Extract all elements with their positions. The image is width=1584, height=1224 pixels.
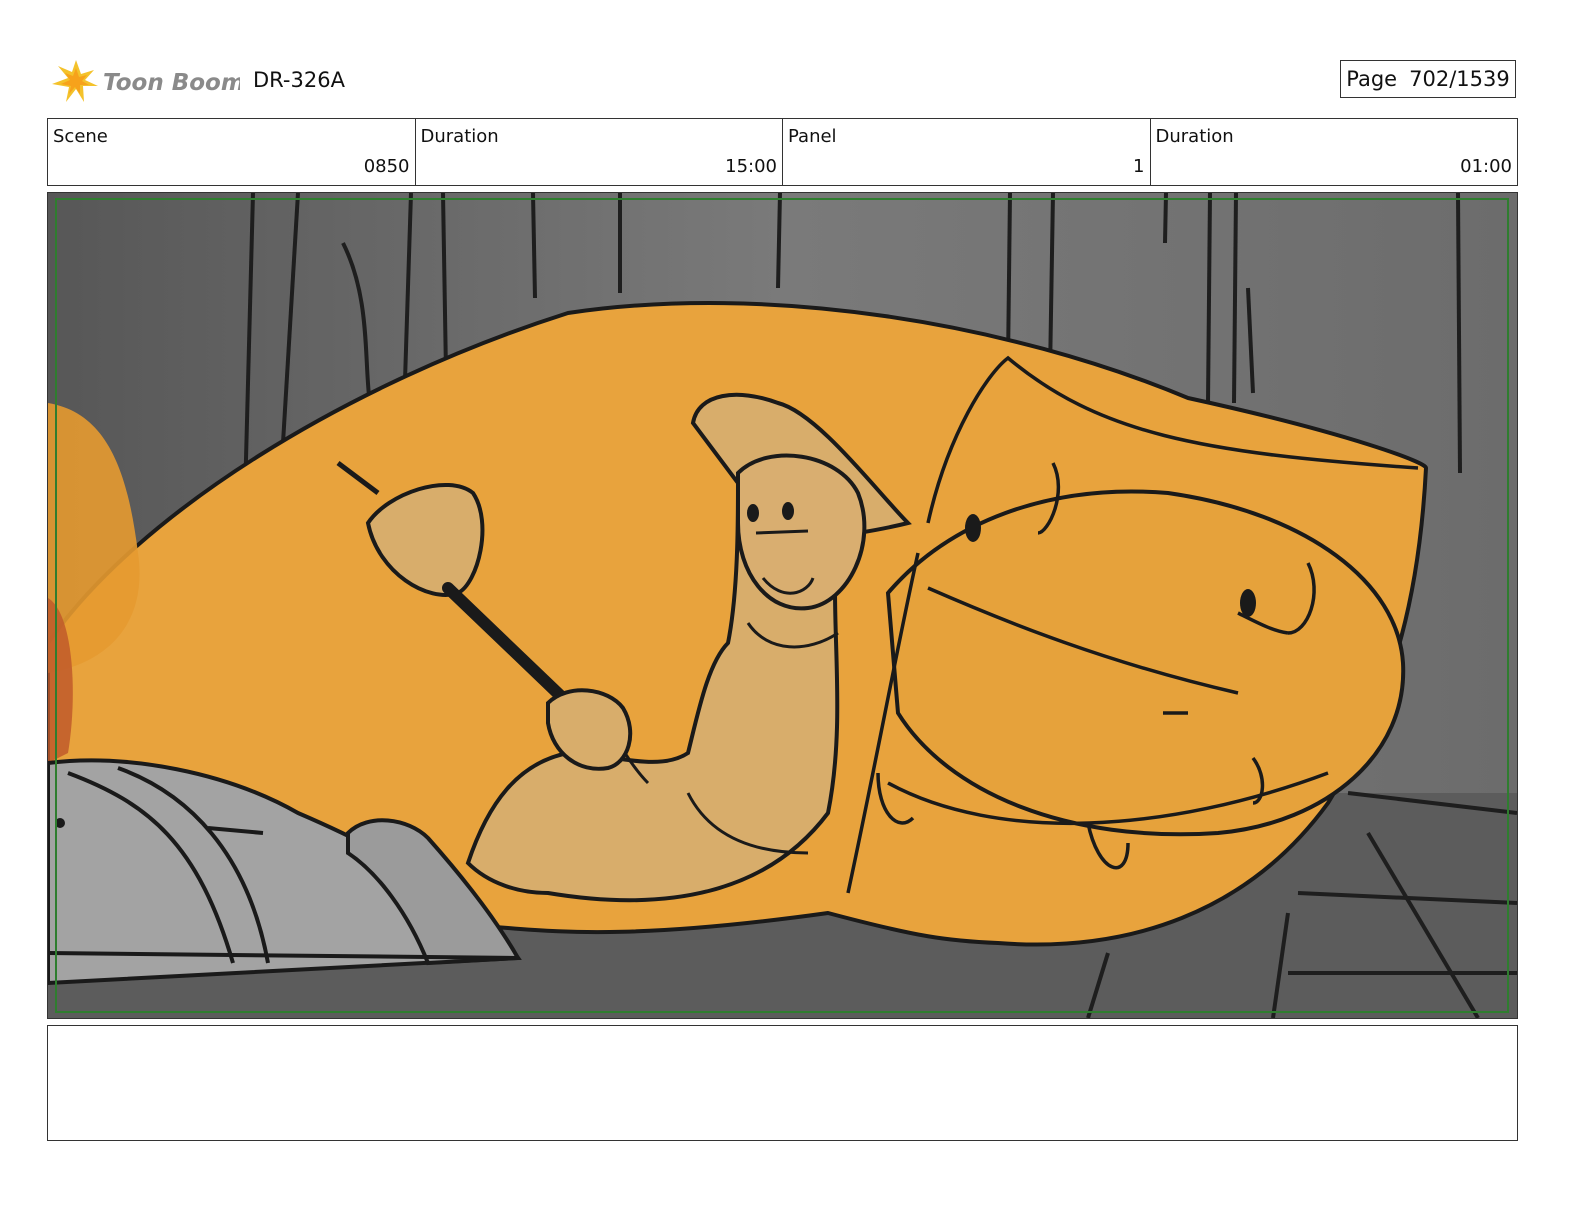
scene-cell: Scene 0850 [48, 119, 416, 185]
scene-label: Scene [53, 126, 108, 147]
scene-duration-value: 15:00 [725, 156, 777, 177]
page-number: 702/1539 [1409, 67, 1510, 91]
panel-info-bar: Scene 0850 Duration 15:00 Panel 1 Durati… [47, 118, 1518, 186]
panel-cell: Panel 1 [783, 119, 1151, 185]
toon-boom-logo-icon: Toon Boom [52, 60, 240, 102]
scene-value: 0850 [363, 156, 410, 177]
scene-duration-cell: Duration 15:00 [416, 119, 783, 185]
document-id: DR-326A [253, 68, 345, 92]
scene-duration-label: Duration [420, 126, 499, 147]
panel-duration-cell: Duration 01:00 [1151, 119, 1518, 185]
page-label: Page [1346, 67, 1398, 91]
panel-duration-label: Duration [1155, 126, 1234, 147]
panel-notes-box[interactable] [47, 1025, 1518, 1141]
storyboard-panel [47, 192, 1518, 1019]
page-indicator: Page 702/1539 [1340, 60, 1516, 98]
panel-label: Panel [788, 126, 837, 147]
storyboard-sketch-image [48, 193, 1517, 1018]
svg-text:Toon Boom: Toon Boom [103, 70, 240, 96]
panel-duration-value: 01:00 [1460, 156, 1512, 177]
panel-value: 1 [1133, 156, 1145, 177]
toon-boom-logo: Toon Boom [50, 56, 240, 108]
